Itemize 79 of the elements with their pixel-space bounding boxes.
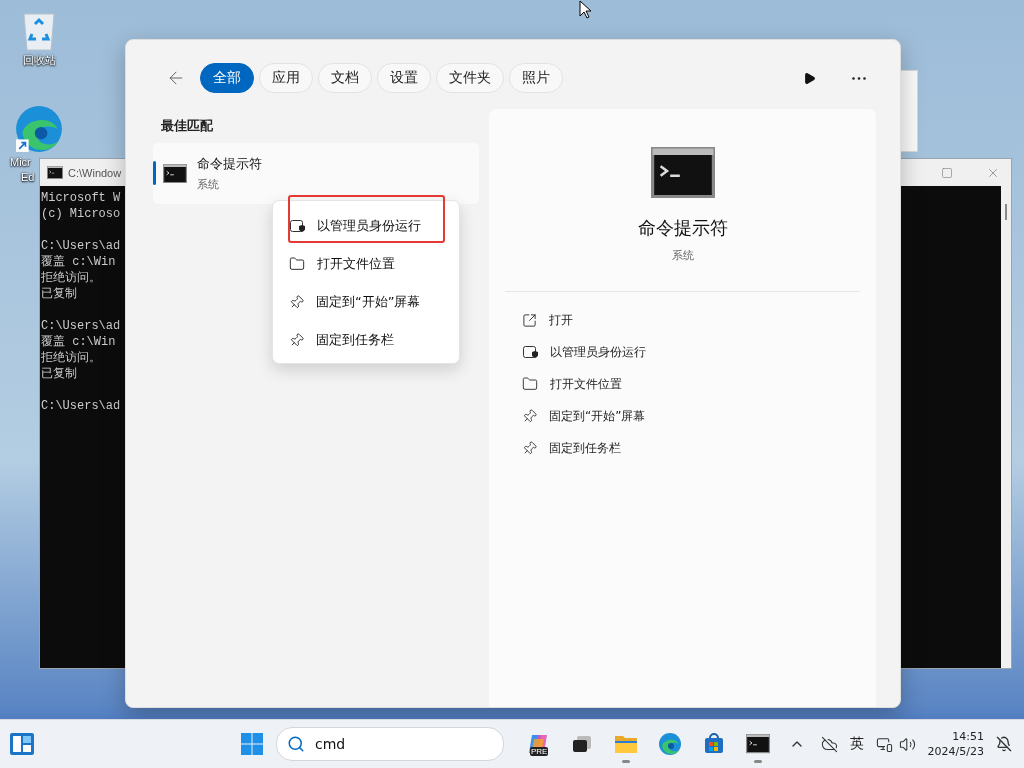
menu-item-label: 固定到“开始”屏幕 bbox=[316, 293, 421, 311]
menu-item-label: 固定到任务栏 bbox=[316, 331, 394, 349]
filter-tab[interactable]: 设置 bbox=[377, 63, 431, 93]
scrollbar-thumb[interactable] bbox=[1005, 204, 1007, 220]
filter-tab[interactable]: 全部 bbox=[200, 63, 254, 93]
filter-tab[interactable]: 文件夹 bbox=[436, 63, 504, 93]
action-label: 固定到任务栏 bbox=[549, 439, 621, 457]
console-line: (c) Microso bbox=[41, 206, 121, 222]
taskbar-app-button[interactable]: PRE bbox=[518, 724, 558, 764]
filter-tab[interactable]: 照片 bbox=[509, 63, 563, 93]
running-indicator bbox=[754, 760, 762, 763]
preview-badge: PRE bbox=[530, 747, 549, 756]
filter-tab[interactable]: 文档 bbox=[318, 63, 372, 93]
clock[interactable]: 14:51 2024/5/23 bbox=[927, 730, 984, 758]
desktop-icon-label: Micr bbox=[10, 156, 31, 169]
windows-logo-icon bbox=[241, 733, 263, 755]
console-line: 拒绝访问。 bbox=[41, 270, 101, 286]
play-icon bbox=[803, 71, 816, 85]
app-subtitle: 系统 bbox=[671, 248, 694, 264]
console-line: C:\Users\ad bbox=[41, 318, 121, 334]
taskbar-search-field[interactable]: cmd bbox=[276, 727, 504, 761]
console-icon bbox=[47, 166, 63, 179]
clock-time: 14:51 bbox=[952, 730, 984, 743]
menu-item-label: 打开文件位置 bbox=[317, 255, 395, 273]
console-icon bbox=[746, 734, 770, 754]
section-title: 最佳匹配 bbox=[161, 117, 214, 135]
search-input[interactable]: cmd bbox=[313, 735, 467, 753]
console-icon bbox=[650, 147, 715, 199]
selection-indicator bbox=[153, 161, 156, 185]
menu-item[interactable]: 固定到“开始”屏幕 bbox=[273, 283, 459, 321]
console-line: C:\Users\ad bbox=[41, 398, 121, 414]
desktop-icon-label: 回收站 bbox=[22, 54, 56, 67]
menu-item[interactable]: 以管理员身份运行 bbox=[273, 207, 459, 245]
action-label: 打开 bbox=[549, 311, 573, 329]
action-label: 固定到“开始”屏幕 bbox=[549, 407, 646, 425]
app-title: 命令提示符 bbox=[637, 216, 728, 241]
folder-icon bbox=[614, 733, 638, 755]
more-icon bbox=[852, 76, 866, 80]
console-icon bbox=[163, 163, 187, 184]
action-item[interactable]: 打开 bbox=[505, 304, 860, 337]
folder-icon bbox=[522, 376, 538, 393]
result-subtitle: 系统 bbox=[197, 177, 220, 192]
task-view-icon bbox=[571, 734, 593, 754]
console-line: 覆盖 c:\Win bbox=[41, 254, 116, 270]
console-line: 拒绝访问。 bbox=[41, 350, 101, 366]
edge-icon bbox=[658, 732, 682, 756]
menu-item-label: 以管理员身份运行 bbox=[317, 217, 421, 235]
menu-item[interactable]: 打开文件位置 bbox=[273, 245, 459, 283]
shield-window-icon bbox=[522, 344, 538, 361]
recycle-bin-icon[interactable] bbox=[20, 10, 58, 52]
folder-icon bbox=[289, 256, 305, 272]
filter-tab[interactable]: 应用 bbox=[259, 63, 313, 93]
input-method-indicator[interactable]: 英 bbox=[849, 735, 864, 753]
action-item[interactable]: 固定到任务栏 bbox=[505, 432, 860, 465]
search-icon bbox=[287, 735, 305, 753]
action-item[interactable]: 以管理员身份运行 bbox=[505, 336, 860, 369]
console-line: C:\Users\ad bbox=[41, 238, 121, 254]
menu-item[interactable]: 固定到任务栏 bbox=[273, 321, 459, 359]
edge-icon[interactable] bbox=[14, 104, 64, 154]
action-label: 以管理员身份运行 bbox=[550, 343, 646, 361]
console-line: Microsoft W bbox=[41, 190, 121, 206]
clock-date: 2024/5/23 bbox=[927, 745, 984, 758]
widgets-icon bbox=[9, 732, 35, 756]
running-indicator bbox=[622, 760, 630, 763]
window-title: C:\Window bbox=[68, 166, 122, 179]
console-line: 已复制 bbox=[41, 366, 77, 382]
shield-window-icon bbox=[289, 218, 305, 234]
action-item[interactable]: 打开文件位置 bbox=[505, 368, 860, 401]
action-item[interactable]: 固定到“开始”屏幕 bbox=[505, 400, 860, 433]
mouse-cursor-icon bbox=[579, 0, 592, 19]
desktop-icon-label: Ed bbox=[21, 171, 35, 184]
result-title: 命令提示符 bbox=[197, 155, 262, 173]
console-line: 覆盖 c:\Win bbox=[41, 334, 116, 350]
action-label: 打开文件位置 bbox=[550, 375, 622, 393]
open-external-icon bbox=[522, 312, 537, 328]
console-line: 已复制 bbox=[41, 286, 77, 302]
maximize-icon bbox=[941, 166, 953, 179]
store-bag-icon bbox=[703, 733, 725, 755]
search-result[interactable]: 命令提示符 系统 bbox=[153, 143, 479, 204]
